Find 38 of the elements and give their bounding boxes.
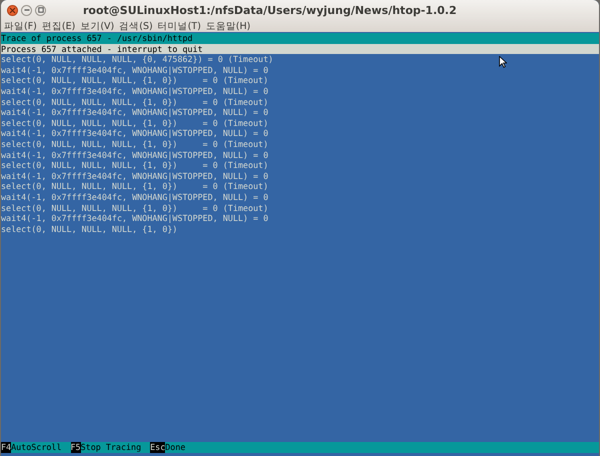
- trace-line: wait4(-1, 0x7ffff3e404fc, WNOHANG|WSTOPPED, NULL) = 0: [1, 86, 268, 97]
- menu-item[interactable]: 도움말(H): [206, 20, 250, 32]
- function-key[interactable]: F5: [70, 442, 81, 453]
- menu-item[interactable]: 보기(V): [80, 20, 114, 32]
- menu-item[interactable]: 편집(E): [42, 20, 76, 32]
- trace-line: wait4(-1, 0x7ffff3e404fc, WNOHANG|WSTOPPED, NULL) = 0: [1, 64, 268, 76]
- trace-line: wait4(-1, 0x7ffff3e404fc, WNOHANG|WSTOPPED, NULL) = 0: [1, 213, 268, 224]
- window-title: root@SULinuxHost1:/nfsData/Users/wyjung/News/htop-1.0.2: [83, 4, 457, 16]
- trace-line: select(0, NULL, NULL, NULL, {1, 0}) = 0 (Timeout): [1, 75, 268, 86]
- trace-line: select(0, NULL, NULL, NULL, {1, 0}) = 0 (Timeout): [1, 96, 268, 108]
- maximize-icon: [38, 7, 44, 13]
- minimize-button[interactable]: [21, 4, 32, 16]
- close-button[interactable]: [7, 4, 18, 16]
- trace-line: wait4(-1, 0x7ffff3e404fc, WNOHANG|WSTOPPED, NULL) = 0: [1, 170, 268, 182]
- trace-line: select(0, NULL, NULL, NULL, {1, 0}) = 0 (Timeout): [1, 138, 268, 150]
- trace-line: select(0, NULL, NULL, NULL, {0, 475862}) = 0 (Timeout): [1, 54, 274, 65]
- function-key-label: Stop Tracing: [80, 442, 142, 453]
- menu-item[interactable]: 파일(F): [4, 20, 37, 32]
- function-key[interactable]: Esc: [150, 442, 166, 453]
- trace-header: Trace of process 657 - /usr/sbin/httpd: [1, 33, 599, 44]
- trace-line: select(0, NULL, NULL, NULL, {1, 0}) = 0 (Timeout): [1, 160, 268, 171]
- function-key-label: Done: [165, 442, 186, 453]
- trace-line: wait4(-1, 0x7ffff3e404fc, WNOHANG|WSTOPPED, NULL) = 0: [1, 128, 268, 139]
- trace-line: select(0, NULL, NULL, NULL, {1, 0}) = 0 (Timeout): [1, 181, 268, 192]
- maximize-button[interactable]: [35, 4, 46, 16]
- mouse-pointer-icon: [499, 56, 507, 68]
- function-key-label: AutoScroll: [11, 442, 63, 453]
- menu-item[interactable]: 터미널(T): [158, 20, 201, 32]
- menu-item[interactable]: 검색(S): [119, 20, 153, 32]
- trace-line: select(0, NULL, NULL, NULL, {1, 0}) = 0 (Timeout): [1, 118, 268, 128]
- trace-line: wait4(-1, 0x7ffff3e404fc, WNOHANG|WSTOPPED, NULL) = 0: [1, 150, 268, 160]
- trace-line: select(0, NULL, NULL, NULL, {1, 0}): [1, 224, 178, 234]
- trace-line: wait4(-1, 0x7ffff3e404fc, WNOHANG|WSTOPPED, NULL) = 0: [1, 107, 268, 118]
- trace-line: wait4(-1, 0x7ffff3e404fc, WNOHANG|WSTOPPED, NULL) = 0: [1, 192, 268, 202]
- function-key[interactable]: F4: [1, 442, 12, 453]
- close-icon: [9, 6, 16, 14]
- minimize-icon: [24, 7, 30, 13]
- trace-line: select(0, NULL, NULL, NULL, {1, 0}) = 0 (Timeout): [1, 202, 268, 214]
